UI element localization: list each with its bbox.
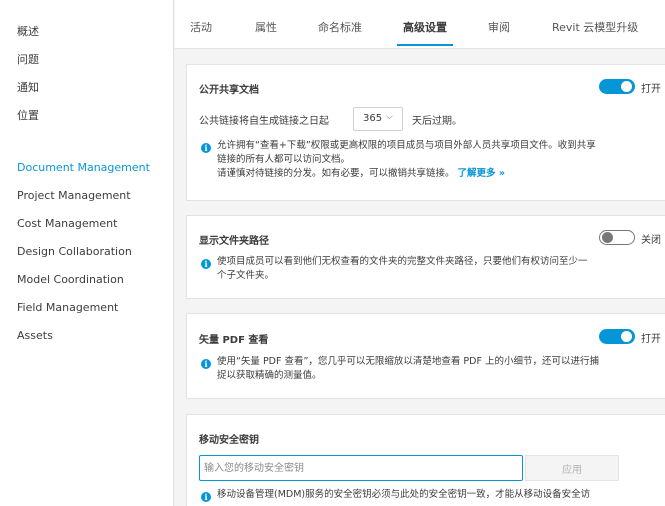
vector-pdf-info: 使用“矢量 PDF 查看”，您几乎可以无限缩放以清楚地查看 PDF 上的小细节，… xyxy=(217,356,599,381)
expiry-days-value: 365 xyxy=(363,113,383,124)
folder-path-toggle-label: 关闭 xyxy=(641,235,661,246)
sidebar-item-assets[interactable]: Assets xyxy=(17,329,53,342)
sidebar-item-project-management[interactable]: Project Management xyxy=(17,189,131,202)
public-sharing-title: 公开共享文档 xyxy=(199,85,259,96)
mobile-key-input[interactable] xyxy=(199,455,523,481)
info-icon: i xyxy=(201,492,211,502)
expiry-prefix: 公共链接将自生成链接之日起 xyxy=(199,116,329,127)
sidebar-item-locations[interactable]: 位置 xyxy=(17,107,39,123)
sidebar-item-field-management[interactable]: Field Management xyxy=(17,301,118,314)
info-icon: i xyxy=(201,143,211,153)
folder-path-card: 显示文件夹路径 关闭 i 使项目成员可以看到他们无权查看的文件夹的完整文件夹路径… xyxy=(186,215,665,299)
folder-path-info: 使项目成员可以看到他们无权查看的文件夹的完整文件夹路径，只要他们有权访问至少一 … xyxy=(217,256,588,281)
expiry-days-select[interactable]: 365 ⌵ xyxy=(353,107,403,131)
public-sharing-toggle-label: 打开 xyxy=(641,84,661,95)
sidebar-item-overview[interactable]: 概述 xyxy=(17,23,39,39)
public-sharing-card: 公开共享文档 打开 公共链接将自生成链接之日起 365 ⌵ 天后过期。 i 允许… xyxy=(186,64,665,201)
tab-naming-standard[interactable]: 命名标准 xyxy=(318,19,362,35)
sidebar: 概述 问题 通知 位置 Document Management Project … xyxy=(0,0,174,506)
folder-path-title: 显示文件夹路径 xyxy=(199,236,269,247)
main-panel: 活动 属性 命名标准 高级设置 审阅 Revit 云模型升级 公开共享文档 打开… xyxy=(175,0,665,506)
sidebar-item-document-management[interactable]: Document Management xyxy=(17,161,150,174)
folder-path-toggle[interactable] xyxy=(599,230,635,245)
tab-review[interactable]: 审阅 xyxy=(488,19,510,35)
apply-button[interactable]: 应用 xyxy=(525,455,619,481)
mobile-key-info: 移动设备管理(MDM)服务的安全密钥必须与此处的安全密钥一致，才能从移动设备安全… xyxy=(217,489,591,500)
vector-pdf-toggle-label: 打开 xyxy=(641,334,661,345)
vector-pdf-card: 矢量 PDF 查看 打开 i 使用“矢量 PDF 查看”，您几乎可以无限缩放以清… xyxy=(186,313,665,399)
mobile-key-card: 移动安全密钥 应用 i 移动设备管理(MDM)服务的安全密钥必须与此处的安全密钥… xyxy=(186,414,665,506)
sidebar-item-cost-management[interactable]: Cost Management xyxy=(17,217,117,230)
mobile-key-title: 移动安全密钥 xyxy=(199,435,259,446)
tab-attributes[interactable]: 属性 xyxy=(255,19,277,35)
tab-activity[interactable]: 活动 xyxy=(190,19,212,35)
expiry-suffix: 天后过期。 xyxy=(412,116,462,127)
tab-revit-cloud-upgrade[interactable]: Revit 云模型升级 xyxy=(552,19,638,35)
sidebar-item-notifications[interactable]: 通知 xyxy=(17,79,39,95)
public-sharing-info: 允许拥有“查看+下载”权限或更高权限的项目成员与项目外部人员共享项目文件。收到共… xyxy=(217,140,596,179)
sidebar-item-issues[interactable]: 问题 xyxy=(17,51,39,67)
vector-pdf-title: 矢量 PDF 查看 xyxy=(199,335,269,346)
sidebar-item-design-collaboration[interactable]: Design Collaboration xyxy=(17,245,132,258)
sidebar-item-model-coordination[interactable]: Model Coordination xyxy=(17,273,124,286)
learn-more-link[interactable]: 了解更多 » xyxy=(458,168,505,179)
chevron-down-icon: ⌵ xyxy=(386,112,393,122)
tab-advanced-settings[interactable]: 高级设置 xyxy=(403,19,447,35)
tab-bar: 活动 属性 命名标准 高级设置 审阅 Revit 云模型升级 xyxy=(175,0,665,49)
info-icon: i xyxy=(201,359,211,369)
info-icon: i xyxy=(201,259,211,269)
vector-pdf-toggle[interactable] xyxy=(599,329,635,344)
active-tab-indicator xyxy=(397,44,453,46)
public-sharing-toggle[interactable] xyxy=(599,79,635,94)
